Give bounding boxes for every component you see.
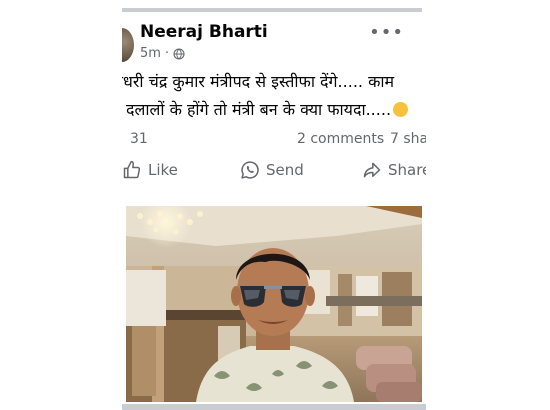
send-button[interactable]: Send <box>240 160 304 180</box>
post-text: वौधरी चंद्र कुमार मंत्रीपद से इस्तीफा दे… <box>122 68 426 124</box>
post-photo[interactable] <box>126 206 422 402</box>
facebook-post-card: Neeraj Bharti 5m · ••• वौधरी चंद्र कुमार… <box>122 0 426 410</box>
post-text-line2-text: दलालों के होंगे तो मंत्री बन के क्या फाय… <box>126 100 392 119</box>
share-arrow-icon <box>363 162 381 178</box>
like-button[interactable]: Like <box>122 160 178 180</box>
more-options-icon[interactable]: ••• <box>369 22 404 43</box>
action-bar: Like Send Share <box>122 160 426 190</box>
post-text-line1: वौधरी चंद्र कुमार मंत्रीपद से इस्तीफा दे… <box>122 72 395 91</box>
meta-separator: · <box>164 46 170 61</box>
grinning-sweat-emoji-icon <box>393 102 409 117</box>
avatar[interactable] <box>122 28 134 62</box>
globe-icon[interactable] <box>173 47 185 60</box>
comment-count[interactable]: 2 comments <box>297 131 384 147</box>
like-label: Like <box>148 161 178 179</box>
whatsapp-icon <box>241 161 259 179</box>
top-divider <box>122 8 422 12</box>
send-label: Send <box>266 161 304 179</box>
selfie-photo-image <box>126 206 422 402</box>
share-count[interactable]: 7 sha <box>390 131 426 147</box>
post-text-line2: दलालों के होंगे तो मंत्री बन के क्या फाय… <box>126 96 426 124</box>
post-meta: 5m · <box>140 46 185 61</box>
reaction-count[interactable]: 31 <box>130 131 148 147</box>
share-label: Share <box>388 161 426 179</box>
share-button[interactable]: Share <box>362 160 426 180</box>
post-stats: 31 2 comments 7 sha <box>122 131 426 149</box>
post-time[interactable]: 5m <box>140 46 161 61</box>
bottom-divider <box>122 404 426 410</box>
author-name[interactable]: Neeraj Bharti <box>140 22 268 42</box>
thumbs-up-icon <box>123 160 141 179</box>
